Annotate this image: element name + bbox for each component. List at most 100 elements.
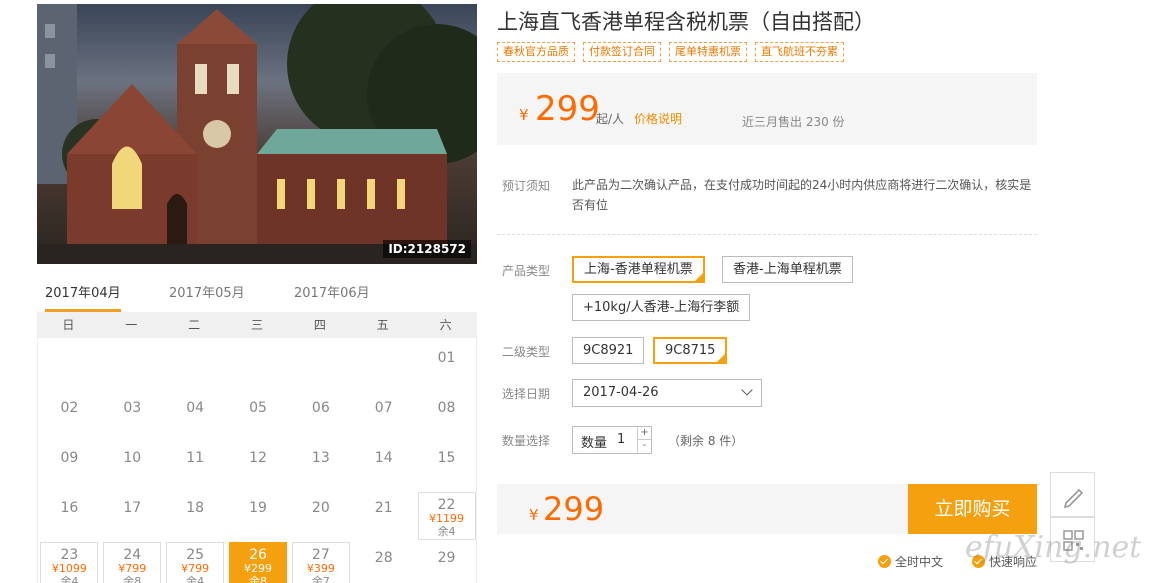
chevron-down-icon — [741, 384, 753, 396]
feedback-button[interactable] — [1050, 472, 1095, 517]
calendar-day-number: 03 — [123, 400, 142, 416]
calendar-day-number: 16 — [60, 500, 79, 516]
price-note-link[interactable]: 价格说明 — [634, 110, 682, 127]
calendar-grid: 01 02 03 04 05 06 07 08 09 10 11 12 13 14 15 16 17 18 19 20… — [37, 338, 477, 583]
photo-id-badge: ID:2128572 — [383, 240, 471, 258]
calendar-day-number: 24 — [123, 547, 142, 563]
calendar-day[interactable]: 25 ¥799 余4 — [166, 542, 225, 583]
weekday-tue: 二 — [188, 318, 201, 332]
weekday-fri: 五 — [376, 318, 389, 332]
calendar-day-price: ¥399 — [306, 562, 335, 575]
quantity-value[interactable]: 1 — [617, 432, 625, 447]
weekday-sat: 六 — [439, 318, 452, 332]
calendar-day-number: 27 — [311, 547, 330, 563]
section-divider — [497, 234, 1037, 235]
calendar-day: 17 — [103, 492, 161, 540]
quantity-stepper[interactable]: 数量 1 + - — [572, 426, 652, 454]
calendar-day-price: ¥299 — [244, 562, 272, 575]
calendar-day-number: 19 — [249, 500, 267, 516]
calendar-day-price: ¥799 — [181, 562, 210, 575]
quantity-inner-label: 数量 — [581, 436, 608, 451]
product-type-option-sha-hkg[interactable]: 上海-香港单程机票 — [572, 256, 705, 283]
calendar-day-number: 29 — [437, 550, 456, 566]
calendar-day: 21 — [355, 492, 413, 540]
calendar-day: 29 — [418, 542, 476, 583]
weekday-mon: 一 — [125, 318, 138, 332]
calendar-day[interactable]: 27 ¥399 余7 — [291, 542, 350, 583]
calendar-day-number: 11 — [186, 450, 205, 466]
calendar-day-number: 21 — [374, 500, 393, 516]
notice-text: 此产品为二次确认产品，在支付成功时间起的24小时内供应商将进行二次确认，核实是否… — [572, 178, 1032, 212]
product-type-option-luggage[interactable]: +10kg/人香港-上海行李额 — [572, 294, 751, 321]
tab-month-2[interactable]: 2017年05月 — [169, 284, 245, 312]
calendar-day-number: 06 — [311, 400, 330, 416]
calendar-day-number: 09 — [60, 450, 79, 466]
calendar-day-remaining: 余7 — [311, 575, 330, 583]
calendar-day-number: 28 — [374, 550, 393, 566]
product-tags: 春秋官方品质 付款签订合同 尾单特惠机票 直飞航班不夯累 — [497, 42, 844, 62]
calendar-day[interactable]: 23 ¥1099 余4 — [40, 542, 99, 583]
calendar-day-number: 23 — [60, 547, 79, 563]
calendar-day: 09 — [40, 442, 98, 490]
calendar-day: 13 — [292, 442, 350, 490]
total-currency: ¥ — [529, 506, 539, 524]
pencil-icon — [1063, 488, 1084, 509]
calendar-day-remaining: 余8 — [123, 575, 142, 583]
guarantee-item: 全时中文 — [878, 553, 943, 570]
price-currency: ¥ — [519, 106, 529, 124]
calendar-day: 14 — [355, 442, 413, 490]
tab-month-3[interactable]: 2017年06月 — [294, 284, 370, 312]
price-value: 299 — [535, 89, 600, 129]
calendar-day-number: 05 — [249, 400, 267, 416]
calendar-day-number: 10 — [123, 450, 142, 466]
calendar-day-number: 26 — [249, 547, 267, 563]
calendar-day-number: 25 — [186, 547, 205, 563]
calendar-day: 02 — [40, 392, 98, 440]
calendar-day-price: ¥799 — [118, 562, 147, 575]
product-tag: 尾单特惠机票 — [669, 42, 747, 62]
buy-now-button[interactable]: 立即购买 — [908, 484, 1037, 534]
calendar-day: 11 — [166, 442, 224, 490]
date-select[interactable]: 2017-04-26 — [572, 379, 762, 407]
product-title: 上海直飞香港单程含税机票（自由搭配） — [497, 10, 875, 34]
calendar-day-number: 07 — [374, 400, 393, 416]
tab-month-1[interactable]: 2017年04月 — [45, 284, 121, 312]
calendar-day-remaining: 余8 — [249, 575, 267, 583]
calendar-day[interactable]: 24 ¥799 余8 — [103, 542, 162, 583]
date-label: 选择日期 — [502, 387, 551, 401]
date-select-value: 2017-04-26 — [583, 385, 659, 400]
quantity-minus-button[interactable]: - — [637, 440, 651, 453]
product-type-option-hkg-sha[interactable]: 香港-上海单程机票 — [722, 256, 853, 283]
weekday-thu: 四 — [313, 318, 326, 332]
calendar-day-number: 15 — [437, 450, 456, 466]
product-photo[interactable]: ID:2128572 — [37, 4, 477, 264]
calendar-day: 01 — [418, 342, 476, 390]
subtype-option-9c8715[interactable]: 9C8715 — [653, 337, 728, 364]
calendar-day: 19 — [229, 492, 287, 540]
price-unit: 起/人 — [596, 112, 625, 126]
calendar-day-number: 22 — [437, 497, 456, 513]
calendar-day-remaining: 余4 — [60, 575, 79, 583]
total-price: 299 — [543, 490, 605, 528]
guarantee-text: 全时中文 — [895, 555, 944, 569]
notice-label: 预订须知 — [502, 179, 551, 193]
calendar-day-number: 20 — [311, 500, 330, 516]
calendar-month-tabs: 2017年04月 2017年05月 2017年06月 — [37, 280, 477, 312]
quantity-plus-button[interactable]: + — [637, 427, 651, 440]
subtype-option-9c8921[interactable]: 9C8921 — [572, 337, 645, 364]
calendar-day-number: 02 — [60, 400, 79, 416]
product-type-label: 产品类型 — [502, 264, 551, 278]
calendar-day: 16 — [40, 492, 98, 540]
calendar-day-number: 12 — [249, 450, 267, 466]
calendar-day[interactable]: 22 ¥1199 余4 — [417, 492, 476, 540]
watermark: efuXing.net — [965, 530, 1142, 565]
calendar-day-number: 17 — [123, 500, 142, 516]
calendar-day: 15 — [418, 442, 476, 490]
calendar-day-price: ¥1099 — [51, 562, 87, 575]
product-tag: 直飞航班不夯累 — [755, 42, 844, 62]
weekday-sun: 日 — [62, 318, 75, 332]
remaining-stock: （剩余 8 件） — [668, 434, 744, 448]
calendar-day: 28 — [355, 542, 413, 583]
calendar-day-number: 14 — [374, 450, 393, 466]
calendar-day-selected[interactable]: 26 ¥299 余8 — [229, 542, 287, 583]
